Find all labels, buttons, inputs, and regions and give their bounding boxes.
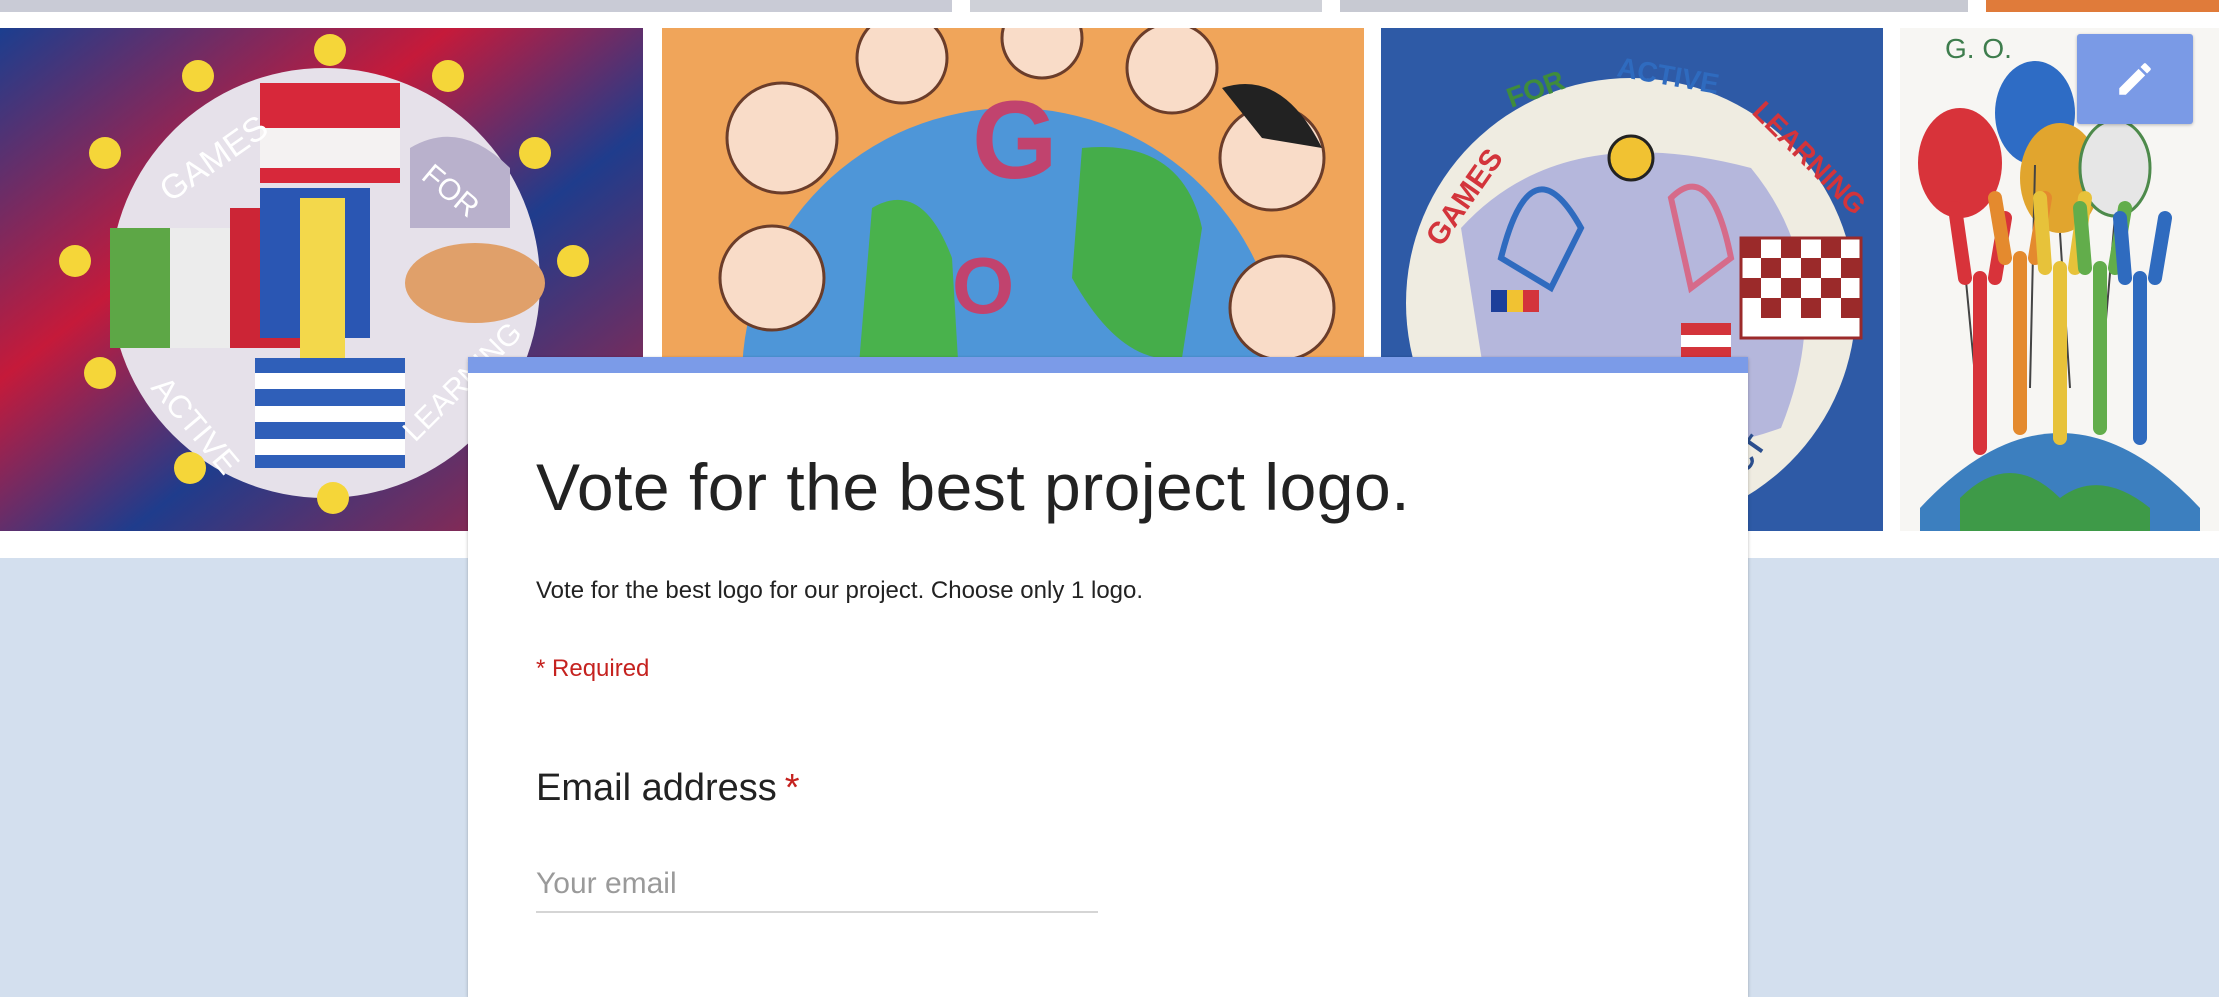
- svg-text:G. O.: G. O.: [1945, 33, 2012, 64]
- card-accent-bar: [468, 357, 1748, 373]
- form-description: Vote for the best logo for our project. …: [536, 577, 1144, 604]
- top-strip-4: [1986, 0, 2219, 12]
- edit-header-button[interactable]: [2077, 34, 2193, 124]
- required-asterisk: *: [784, 767, 800, 809]
- top-strip-1: [0, 0, 952, 12]
- form-card: Vote for the best project logo. Vote for…: [468, 357, 1748, 997]
- email-question-title: Email address *: [536, 767, 800, 810]
- email-question-label: Email address: [536, 767, 777, 809]
- required-note: * Required: [536, 655, 650, 682]
- form-title: Vote for the best project logo.: [536, 450, 1411, 524]
- pencil-icon: [2119, 63, 2151, 95]
- email-input[interactable]: [536, 863, 1098, 913]
- svg-text:G: G: [972, 79, 1058, 202]
- top-strip-2: [970, 0, 1322, 12]
- top-strip-3: [1340, 0, 1968, 12]
- svg-text:O: O: [952, 241, 1014, 330]
